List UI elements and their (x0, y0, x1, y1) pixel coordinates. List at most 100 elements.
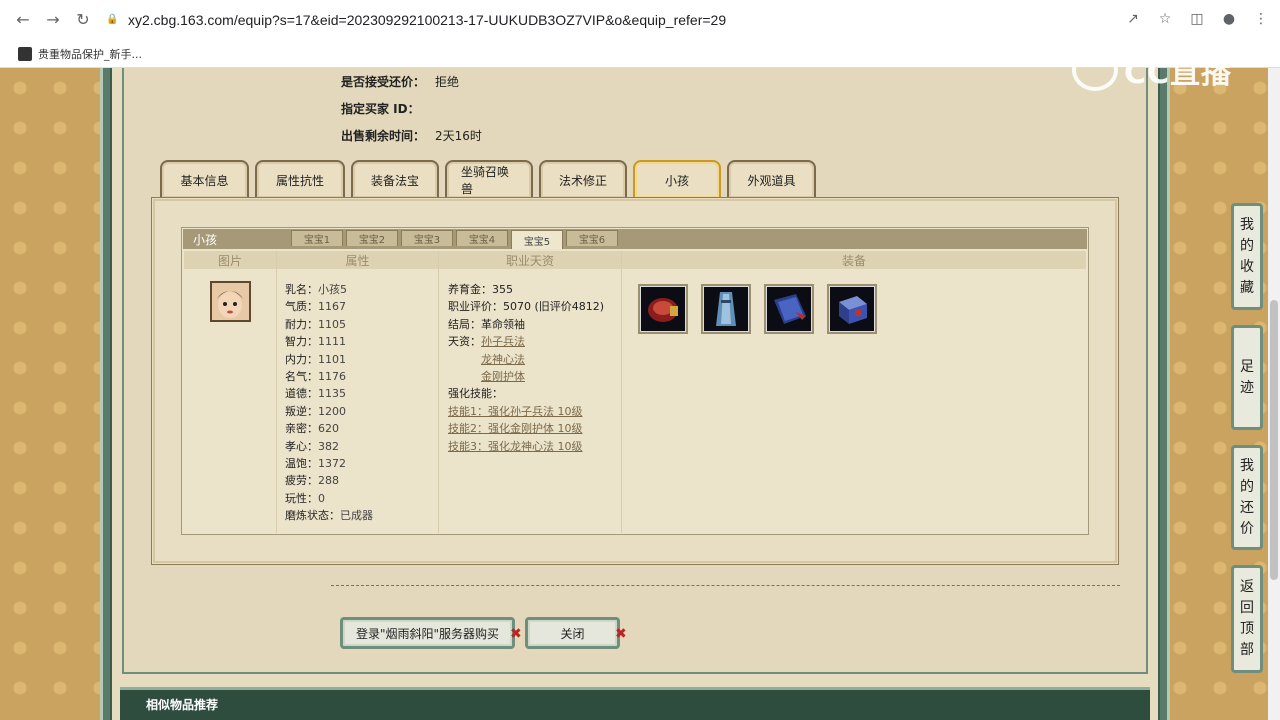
talent-link[interactable]: 孙子兵法 (481, 335, 525, 348)
attribute-value: 1105 (318, 317, 346, 331)
attribute-value: 1372 (318, 457, 346, 471)
child-face-icon (212, 283, 249, 320)
profile-icon[interactable]: ● (1220, 10, 1238, 28)
ending-label: 结局： (448, 317, 481, 331)
back-to-top-char: 回 (1240, 600, 1254, 616)
subtab-baby-6[interactable]: 宝宝6 (566, 230, 618, 246)
child-header: 小孩 宝宝1 宝宝2 宝宝3 宝宝4 宝宝5 宝宝6 (183, 229, 1087, 249)
frame-right (1158, 68, 1170, 720)
reload-icon[interactable]: ↻ (74, 11, 92, 29)
attribute-value: 已成器 (340, 509, 373, 523)
login-buy-button[interactable]: 登录"烟雨斜阳"服务器购买 (340, 617, 515, 649)
subtab-baby-3[interactable]: 宝宝3 (401, 230, 453, 246)
my-offers-char: 我 (1240, 457, 1254, 474)
talent-label: 天资： (448, 335, 481, 349)
upbringing-row: 养育金：355 (448, 281, 604, 298)
attribute-value: 1101 (318, 352, 346, 366)
attribute-value: 1176 (318, 370, 346, 384)
accept-offer-value: 拒绝 (435, 75, 460, 89)
favorites-char: 收 (1240, 258, 1254, 275)
attribute-value: 382 (318, 439, 339, 453)
attribute-label: 耐力： (285, 317, 318, 331)
attribute-row: 孝心：382 (285, 438, 373, 455)
skill-row: 技能3：强化龙神心法 10级 (448, 438, 604, 455)
attribute-label: 温饱： (285, 457, 318, 471)
col-divider (621, 251, 622, 533)
buyer-id-label: 指定买家 ID： (341, 102, 420, 116)
attribute-row: 亲密：620 (285, 420, 373, 437)
sidepanel-icon[interactable]: ◫ (1188, 10, 1206, 28)
address-bar[interactable]: 🔒 xy2.cbg.163.com/equip?s=17&eid=2023092… (100, 6, 1100, 34)
skill-link[interactable]: 技能1：强化孙子兵法 10级 (448, 405, 583, 418)
browser-toolbar: ← → ↻ 🔒 xy2.cbg.163.com/equip?s=17&eid=2… (0, 0, 1280, 40)
child-avatar (210, 281, 251, 322)
attribute-row: 温饱：1372 (285, 455, 373, 472)
share-icon[interactable]: ↗ (1124, 10, 1142, 28)
forward-arrow-icon[interactable]: → (44, 11, 62, 29)
attribute-label: 乳名： (285, 283, 318, 296)
frame-left (100, 68, 112, 720)
attribute-list: 乳名：小孩5 气质：1167 耐力：1105 智力：1111 内力：1101 名气：117… (285, 281, 373, 525)
close-button[interactable]: 关闭 (525, 617, 620, 649)
red-armor-icon[interactable] (638, 284, 688, 334)
attribute-row: 气质：1167 (285, 298, 373, 315)
time-left-value: 2天16时 (435, 129, 482, 143)
attribute-label: 亲密： (285, 422, 318, 436)
my-offers-button[interactable]: 我 的 还 价 (1231, 445, 1263, 550)
skills-label: 强化技能： (448, 387, 503, 401)
tab-appearance[interactable]: 外观道具 (727, 160, 816, 198)
attribute-row: 智力：1111 (285, 333, 373, 350)
talent-link[interactable]: 金刚护体 (481, 370, 525, 383)
ending-value: 革命领袖 (481, 317, 525, 331)
bookmark-favicon-icon (18, 46, 32, 61)
url-text[interactable]: xy2.cbg.163.com/equip?s=17&eid=202309292… (128, 12, 726, 28)
favorites-char: 藏 (1240, 279, 1254, 296)
tab-child[interactable]: 小孩 (633, 160, 721, 198)
attribute-value: 1200 (318, 404, 346, 418)
cc-logo-icon (1072, 49, 1118, 91)
attribute-label: 玩性： (285, 491, 318, 505)
subtab-baby-5[interactable]: 宝宝5 (511, 230, 563, 249)
tab-spells[interactable]: 法术修正 (539, 160, 627, 198)
tab-mounts[interactable]: 坐骑召唤兽 (445, 160, 533, 198)
back-arrow-icon[interactable]: ← (14, 11, 32, 29)
blue-robe-icon[interactable] (701, 284, 751, 334)
tab-attributes[interactable]: 属性抗性 (255, 160, 345, 198)
subtab-baby-4[interactable]: 宝宝4 (456, 230, 508, 246)
back-to-top-button[interactable]: 返 回 顶 部 (1231, 565, 1263, 673)
close-x-icon: ✖ (510, 626, 522, 642)
favorites-button[interactable]: 我 的 收 藏 (1231, 203, 1263, 310)
skill-link[interactable]: 技能3：强化龙神心法 10级 (448, 440, 583, 453)
attribute-label: 疲劳： (285, 474, 318, 488)
similar-items-bar (120, 687, 1150, 720)
col-header-career: 职业天资 (439, 251, 621, 269)
tab-equipment[interactable]: 装备法宝 (351, 160, 439, 198)
attribute-label: 磨炼状态： (285, 509, 340, 523)
history-button[interactable]: 足 迹 (1231, 325, 1263, 430)
time-left-label: 出售剩余时间： (341, 129, 426, 143)
star-icon[interactable]: ☆ (1156, 10, 1174, 28)
tab-basic-info[interactable]: 基本信息 (160, 160, 249, 198)
col-header-attributes: 属性 (277, 251, 438, 269)
rating-row: 职业评价：5070 (旧评价4812) (448, 298, 604, 315)
scrollbar-thumb[interactable] (1270, 300, 1278, 580)
skill-row: 技能1：强化孙子兵法 10级 (448, 403, 604, 420)
browser-actions: ↗ ☆ ◫ ● ⋮ (1124, 10, 1270, 28)
blue-chest-icon[interactable] (827, 284, 877, 334)
ending-row: 结局：革命领袖 (448, 316, 604, 333)
attribute-row: 乳名：小孩5 (285, 281, 373, 298)
talent-link[interactable]: 龙神心法 (481, 353, 525, 366)
subtab-baby-2[interactable]: 宝宝2 (346, 230, 398, 246)
bookmark-item[interactable]: 贵重物品保护_新手... (38, 46, 142, 62)
skill-link[interactable]: 技能2：强化金刚护体 10级 (448, 422, 583, 435)
favorites-char: 我 (1240, 216, 1254, 233)
attribute-row: 疲劳：288 (285, 472, 373, 489)
menu-icon[interactable]: ⋮ (1252, 10, 1270, 28)
subtab-baby-1[interactable]: 宝宝1 (291, 230, 343, 246)
blue-book-icon[interactable] (764, 284, 814, 334)
cc-watermark-text: CC直播 (1124, 56, 1233, 91)
attribute-label: 智力： (285, 335, 318, 349)
rating-value: 5070 (旧评价4812) (503, 300, 605, 314)
rating-label: 职业评价： (448, 300, 503, 314)
attribute-label: 叛逆： (285, 404, 318, 418)
